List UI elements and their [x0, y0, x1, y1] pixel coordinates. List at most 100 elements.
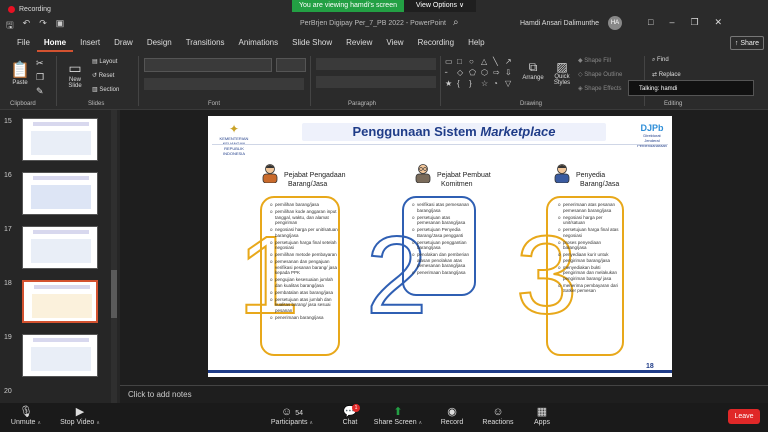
- format-painter-icon[interactable]: ✎: [36, 86, 44, 97]
- new-slide-label: New Slide: [68, 77, 82, 89]
- thumbnail-number: 18: [4, 280, 12, 287]
- find-label: Find: [657, 57, 669, 63]
- participants-button[interactable]: ☺ 54 Participants ∧: [262, 406, 322, 426]
- notes-placeholder: Click to add notes: [128, 390, 192, 399]
- list-item: negosiasi harga per unit/satuan barang/j…: [270, 227, 338, 238]
- menu-item-recording[interactable]: Recording: [411, 34, 461, 52]
- list-formatting-row[interactable]: [316, 58, 436, 70]
- recording-label: Recording: [19, 6, 51, 13]
- thumbnail-number: 20: [4, 388, 12, 395]
- list-item: negosiasi harga per unit/satuan: [558, 215, 622, 226]
- alignment-row[interactable]: [316, 76, 436, 88]
- shape-outline-button[interactable]: ◇ Shape Outline: [578, 71, 622, 78]
- quick-access-toolbar: 🖫 ↶ ↷ ▣: [6, 18, 64, 34]
- unmute-button[interactable]: 🎙 Unmute ∧: [0, 406, 56, 426]
- shape-outline-label: Shape Outline: [584, 72, 623, 78]
- slide-thumbnail[interactable]: [22, 118, 98, 161]
- list-item: persetujuan atas jumlah dan kualitas bar…: [270, 297, 338, 314]
- role-title: Pejabat Pembuat Komitmen: [437, 171, 491, 189]
- menu-item-file[interactable]: File: [10, 34, 37, 52]
- font-family-dropdown[interactable]: [144, 58, 272, 72]
- slideshow-icon[interactable]: ▣: [56, 18, 65, 34]
- new-slide-button[interactable]: ▭ New Slide: [62, 60, 88, 89]
- font-size-dropdown[interactable]: [276, 58, 306, 72]
- section-button[interactable]: ▥ Section: [92, 86, 119, 93]
- avatar[interactable]: HA: [608, 16, 622, 30]
- stop-video-button[interactable]: ▶ Stop Video ∧: [50, 406, 110, 426]
- shapes-gallery[interactable]: ▭ □ ○ △ ╲ ↗ ╴ ◇ ⬠ ⬡ ⇨ ⇩ ★{} ☆ ◔ ▽: [445, 57, 517, 92]
- font-formatting-row[interactable]: [144, 78, 304, 90]
- copy-icon[interactable]: ❐: [36, 72, 44, 83]
- list-item: penerimaan barang/jasa: [270, 315, 338, 321]
- arrange-label: Arrange: [522, 75, 544, 81]
- shape-effects-button[interactable]: ◈ Shape Effects: [578, 85, 622, 92]
- scrollbar-thumb[interactable]: [111, 270, 117, 318]
- editing-group-label: Editing: [664, 101, 683, 107]
- slide-canvas[interactable]: ✦ KEMENTERIAN KEUANGAN REPUBLIK INDONESI…: [208, 116, 672, 377]
- chat-badge: 1: [352, 404, 360, 412]
- save-icon[interactable]: 🖫: [6, 18, 14, 34]
- participants-label: Participants: [270, 419, 308, 426]
- close-icon[interactable]: ✕: [715, 17, 723, 28]
- share-screen-button[interactable]: ⬆ Share Screen ∧: [368, 406, 428, 426]
- search-icon[interactable]: ⌕: [453, 17, 459, 28]
- title-emphasis: Marketplace: [480, 124, 556, 139]
- quick-styles-label: Quick Styles: [553, 74, 571, 86]
- list-item: verifikasi atas pemesanan barang/jasa: [412, 202, 474, 213]
- view-options-button[interactable]: View Options ∨: [404, 0, 476, 12]
- notes-pane[interactable]: Click to add notes: [120, 385, 768, 403]
- quick-styles-button[interactable]: ▨ Quick Styles: [550, 60, 574, 86]
- redo-icon[interactable]: ↷: [39, 18, 47, 34]
- role-line2: Komitmen: [441, 181, 473, 188]
- logo-right-text: DJPb: [640, 123, 664, 133]
- caret-up-icon[interactable]: ∧: [37, 420, 41, 426]
- shape-fill-label: Shape Fill: [584, 58, 611, 64]
- menu-item-insert[interactable]: Insert: [73, 34, 107, 52]
- menu-item-slide-show[interactable]: Slide Show: [285, 34, 339, 52]
- menu-item-home[interactable]: Home: [36, 34, 74, 52]
- kemenkeu-logo: ✦ KEMENTERIAN KEUANGAN REPUBLIK INDONESI…: [214, 122, 254, 156]
- drawing-group-label: Drawing: [520, 101, 543, 107]
- caret-up-icon[interactable]: ∧: [309, 420, 313, 426]
- replace-button[interactable]: ⇄ Replace: [652, 71, 681, 78]
- role-line1: Pejabat Pengadaan: [284, 172, 346, 179]
- recording-indicator: Recording: [8, 6, 51, 13]
- layout-button[interactable]: ▤ Layout: [92, 58, 117, 65]
- arrange-button[interactable]: ⧉ Arrange: [520, 60, 546, 81]
- caret-up-icon[interactable]: ∧: [96, 420, 100, 426]
- record-label: Record: [440, 419, 464, 426]
- slide-thumbnail[interactable]: [22, 334, 98, 377]
- reset-button[interactable]: ↺ Reset: [92, 72, 114, 79]
- list-item: persetujuan atas pemesanan barang/jasa: [412, 215, 474, 226]
- share-button[interactable]: ↑ Share: [730, 36, 764, 50]
- menu-item-view[interactable]: View: [379, 34, 410, 52]
- ribbon-display-icon[interactable]: □: [648, 17, 653, 28]
- clipboard-icon: 📋: [10, 62, 30, 79]
- menu-item-animations[interactable]: Animations: [232, 34, 286, 52]
- person-icon: [414, 163, 432, 184]
- paste-button[interactable]: 📋 Paste: [10, 60, 30, 86]
- minimize-icon[interactable]: –: [669, 17, 674, 28]
- restore-icon[interactable]: ❐: [690, 17, 698, 28]
- menu-item-review[interactable]: Review: [339, 34, 379, 52]
- slide-thumbnail[interactable]: [22, 172, 98, 215]
- menu-item-draw[interactable]: Draw: [107, 34, 140, 52]
- menu-item-design[interactable]: Design: [140, 34, 179, 52]
- talking-indicator: Talking: hamdi: [628, 80, 754, 96]
- undo-icon[interactable]: ↶: [23, 18, 31, 34]
- slide-title[interactable]: Penggunaan Sistem Marketplace: [302, 123, 606, 141]
- cut-icon[interactable]: ✂: [36, 58, 44, 69]
- mic-muted-icon: 🎙: [19, 406, 33, 418]
- list-item: menerima pembayaran dari Satker pemesan: [558, 283, 622, 294]
- role-title: Pejabat Pengadaan Barang/Jasa: [284, 171, 346, 189]
- shape-fill-button[interactable]: ◆ Shape Fill: [578, 57, 611, 64]
- apps-button[interactable]: ▦ Apps: [512, 406, 572, 426]
- thumbnail-scrollbar[interactable]: [111, 110, 117, 403]
- find-button[interactable]: ⌕ Find: [652, 57, 669, 64]
- slide-thumbnail-selected[interactable]: [22, 280, 98, 323]
- menu-item-help[interactable]: Help: [461, 34, 491, 52]
- list-item: menyediakan bukti pengiriman dan melakuk…: [558, 265, 622, 282]
- menu-item-transitions[interactable]: Transitions: [179, 34, 232, 52]
- slide-thumbnail[interactable]: [22, 226, 98, 269]
- leave-button[interactable]: Leave: [728, 409, 760, 424]
